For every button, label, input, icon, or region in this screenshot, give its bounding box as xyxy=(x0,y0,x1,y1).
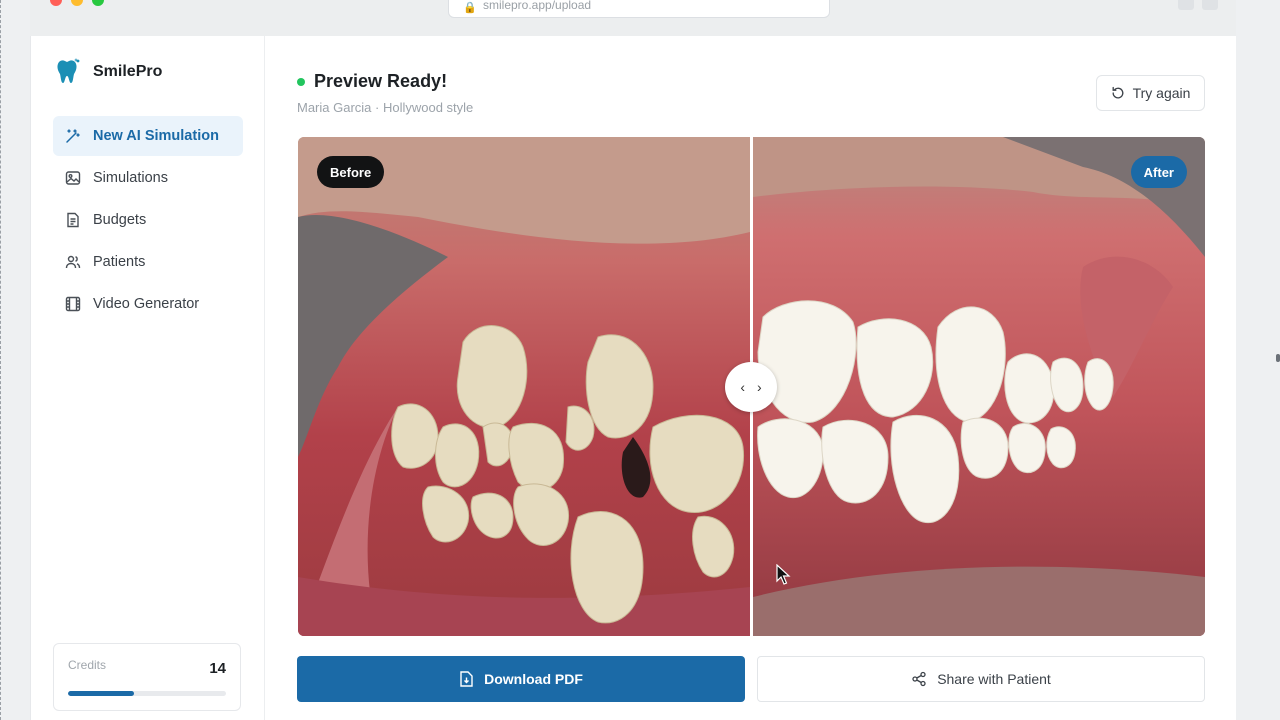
share-with-patient-button[interactable]: Share with Patient xyxy=(757,656,1205,702)
sidebar-item-label: Simulations xyxy=(93,170,168,186)
refresh-icon xyxy=(1112,86,1124,99)
try-again-label: Try again xyxy=(1132,85,1191,101)
credits-card: Credits 14 xyxy=(53,643,241,711)
sidebar-item-patients[interactable]: Patients xyxy=(53,242,243,282)
chevron-left-icon: ‹ xyxy=(740,379,745,395)
users-icon xyxy=(65,255,81,269)
document-icon xyxy=(67,212,79,228)
status-header: Preview Ready! xyxy=(297,71,447,92)
page-edge xyxy=(0,0,2,720)
try-again-button[interactable]: Try again xyxy=(1096,75,1205,111)
lock-icon: 🔒 xyxy=(463,2,477,14)
before-after-comparison[interactable]: ‹ › Before After xyxy=(298,137,1205,636)
credits-label: Credits xyxy=(68,658,107,672)
action-bar: Download PDF Share with Patient xyxy=(297,656,1205,702)
film-icon xyxy=(65,296,81,312)
sidebar-item-label: Patients xyxy=(93,254,146,270)
image-icon xyxy=(65,171,81,185)
status-dot xyxy=(297,77,305,86)
download-pdf-button[interactable]: Download PDF xyxy=(297,656,745,702)
sidebar-nav: New AI Simulation Simulations Budgets Pa… xyxy=(53,116,243,326)
credits-progress-bar xyxy=(68,691,226,696)
download-pdf-label: Download PDF xyxy=(484,671,583,687)
scroll-indicator xyxy=(1276,354,1280,362)
file-download-icon xyxy=(460,671,473,687)
brand-name: SmilePro xyxy=(93,63,163,80)
sidebar-item-label: New AI Simulation xyxy=(93,128,219,144)
page-subtitle: Maria Garcia · Hollywood style xyxy=(297,100,474,115)
extension-icon[interactable] xyxy=(1178,0,1194,10)
maximize-window-button[interactable] xyxy=(92,0,104,6)
share-icon xyxy=(912,671,926,687)
compare-slider-handle[interactable]: ‹ › xyxy=(725,362,777,412)
sidebar-item-budgets[interactable]: Budgets xyxy=(53,200,243,240)
credits-progress-fill xyxy=(68,691,135,696)
window-controls xyxy=(50,0,104,6)
tooth-logo-icon xyxy=(57,58,80,83)
main-content: Preview Ready! Maria Garcia · Hollywood … xyxy=(265,36,1237,720)
brand[interactable]: SmilePro xyxy=(55,58,162,86)
browser-chrome: 🔒 smilepro.app/upload xyxy=(30,0,1236,36)
sidebar: SmilePro New AI Simulation Simulations B… xyxy=(31,36,265,720)
close-window-button[interactable] xyxy=(50,0,62,6)
after-photo xyxy=(753,137,1205,636)
minimize-window-button[interactable] xyxy=(71,0,83,6)
page-title: Preview Ready! xyxy=(314,71,448,91)
menu-icon[interactable] xyxy=(1202,0,1218,10)
address-bar[interactable]: 🔒 smilepro.app/upload xyxy=(448,0,830,18)
mouse-cursor-icon xyxy=(776,564,791,585)
address-url: smilepro.app/upload xyxy=(483,0,592,12)
sidebar-item-new-ai-simulation[interactable]: New AI Simulation xyxy=(53,116,243,156)
sidebar-item-video-generator[interactable]: Video Generator xyxy=(53,284,243,324)
chrome-buttons xyxy=(1178,0,1218,10)
magic-wand-icon xyxy=(66,129,80,143)
sidebar-item-label: Video Generator xyxy=(93,296,200,312)
chevron-right-icon: › xyxy=(757,379,762,395)
share-with-patient-label: Share with Patient xyxy=(937,671,1051,687)
sidebar-item-simulations[interactable]: Simulations xyxy=(53,158,243,198)
credits-value: 14 xyxy=(209,660,226,677)
before-photo xyxy=(298,137,750,636)
sidebar-item-label: Budgets xyxy=(93,212,147,228)
before-badge: Before xyxy=(317,156,385,188)
app-window: SmilePro New AI Simulation Simulations B… xyxy=(30,36,1236,720)
after-badge: After xyxy=(1130,156,1187,188)
